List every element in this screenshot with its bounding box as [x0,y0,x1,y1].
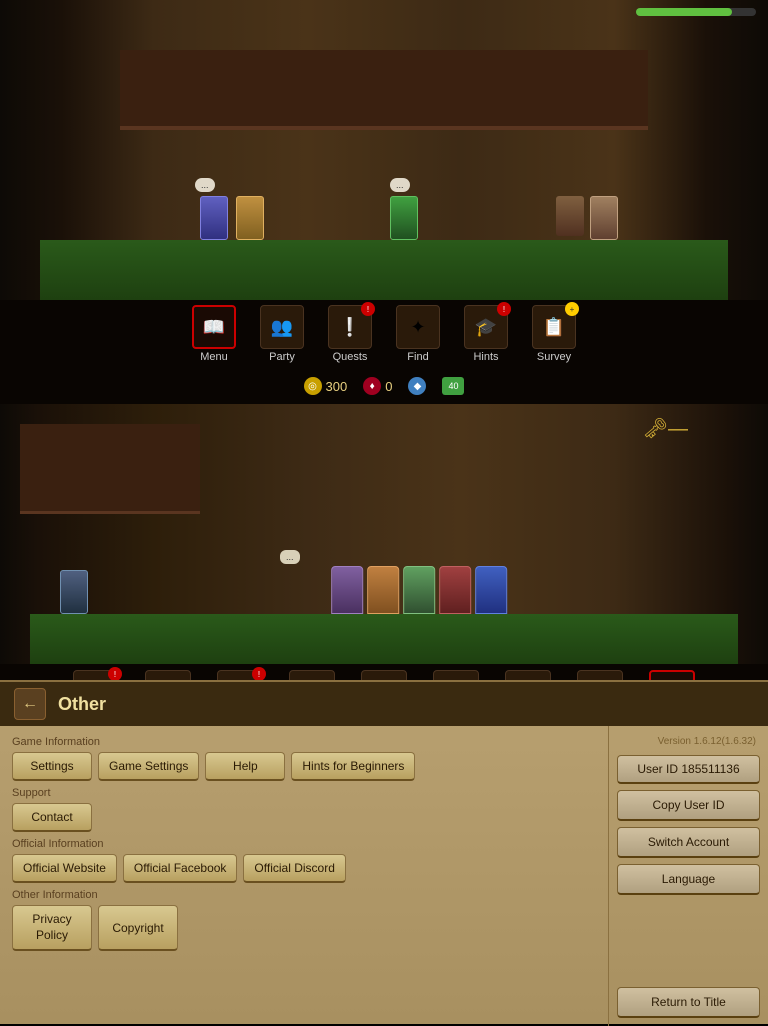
hints-button[interactable]: 🎓 ! Hints [456,305,516,363]
currency-bar: ◎ 300 ♦ 0 ◆ 40 [0,368,768,404]
switch-account-button[interactable]: Switch Account [617,827,760,858]
other-info-buttons: Privacy Policy Copyright [12,905,596,951]
hints-beginners-button[interactable]: Hints for Beginners [291,752,415,781]
scene-bottom: 🗝— ... [0,404,768,664]
support-label: Support [12,787,596,799]
ticket-icon: 40 [442,377,464,395]
guide-icon: 📘 ! [73,670,119,680]
mail-icon: ✉ [577,670,623,680]
news-icon: 📰 [505,670,551,680]
guide-button[interactable]: 📘 ! Guide [62,670,130,680]
support-buttons: Contact [12,803,596,832]
hints-label: Hints [473,351,498,363]
menu-button[interactable]: 📖 Menu [184,305,244,363]
official-buttons: Official Website Official Facebook Offic… [12,854,596,883]
other-icon: ⚙ [649,670,695,680]
find-icon: ✦ [396,305,440,349]
exchange-button[interactable]: 🔄 Exchange [422,670,490,680]
guide-badge: ! [108,667,122,680]
panel-right: Version 1.6.12(1.6.32) User ID 185511136… [608,726,768,1026]
find-button[interactable]: ✦ Find [388,305,448,363]
key-badge: 🗝— [643,416,688,441]
panel-title: Other [58,694,106,715]
other-button[interactable]: ⚙ Other [638,670,706,680]
characters-area [331,566,507,614]
settings-button[interactable]: Settings [12,752,92,781]
diamond-icon: ◆ [408,377,426,395]
menu-label: Menu [200,351,228,363]
quests-label: Quests [333,351,368,363]
menu-icon: 📖 [192,305,236,349]
feats-icon: 🏅 ! [217,670,263,680]
influence-button[interactable]: ⚔ Influence [134,670,202,680]
privacy-policy-button[interactable]: Privacy Policy [12,905,92,951]
toolbar-2: 📘 ! Guide ⚔ Influence 🏅 ! Feats 🎒 Items … [0,664,768,680]
scene-top: ... ... [0,0,768,300]
copyright-button[interactable]: Copyright [98,905,178,951]
survey-icon: 📋 + [532,305,576,349]
help-button[interactable]: Help [205,752,285,781]
party-icon: 👥 [260,305,304,349]
quests-button[interactable]: ❕ ! Quests [320,305,380,363]
mail-button[interactable]: ✉ Mail [566,670,634,680]
copy-user-id-button[interactable]: Copy User ID [617,790,760,821]
game-info-buttons: Settings Game Settings Help Hints for Be… [12,752,596,781]
official-website-button[interactable]: Official Website [12,854,117,883]
other-panel: ← Other Game Information Settings Game S… [0,680,768,1024]
panel-content: Game Information Settings Game Settings … [0,726,768,1026]
version-note: Version 1.6.12(1.6.32) [617,734,760,749]
influence-icon: ⚔ [145,670,191,680]
quests-badge: ! [361,302,375,316]
hints-icon: 🎓 ! [464,305,508,349]
items-icon: 🎒 [289,670,335,680]
official-discord-button[interactable]: Official Discord [243,854,345,883]
official-info-label: Official Information [12,838,596,850]
survey-label: Survey [537,351,571,363]
ruby-icon: ♦ [363,377,381,395]
ruby-value: 0 [385,379,392,394]
ruby-currency: ♦ 0 [363,377,392,395]
official-facebook-button[interactable]: Official Facebook [123,854,238,883]
shops-icon: 🏪 [361,670,407,680]
party-button[interactable]: 👥 Party [252,305,312,363]
other-info-label: Other Information [12,889,596,901]
gold-value: 300 [326,379,348,394]
find-label: Find [407,351,428,363]
quests-icon: ❕ ! [328,305,372,349]
game-area: ... ... 📖 Menu 👥 Party ❕ ! Quests ✦ Find [0,0,768,680]
survey-badge: + [565,302,579,316]
party-label: Party [269,351,295,363]
panel-left: Game Information Settings Game Settings … [0,726,608,1026]
contact-button[interactable]: Contact [12,803,92,832]
news-button[interactable]: 📰 News [494,670,562,680]
game-settings-button[interactable]: Game Settings [98,752,199,781]
ticket-currency: 40 [442,377,464,395]
return-to-title-button[interactable]: Return to Title [617,987,760,1018]
gold-currency: ◎ 300 [304,377,348,395]
items-button[interactable]: 🎒 Items [278,670,346,680]
shops-button[interactable]: 🏪 Shops [350,670,418,680]
user-id-button[interactable]: User ID 185511136 [617,755,760,784]
gold-icon: ◎ [304,377,322,395]
game-info-label: Game Information [12,736,596,748]
hints-badge: ! [497,302,511,316]
diamond-currency: ◆ [408,377,426,395]
toolbar-1: 📖 Menu 👥 Party ❕ ! Quests ✦ Find 🎓 ! Hin… [0,300,768,368]
language-button[interactable]: Language [617,864,760,895]
panel-header: ← Other [0,682,768,726]
feats-badge: ! [252,667,266,680]
back-button[interactable]: ← [14,688,46,720]
survey-button[interactable]: 📋 + Survey [524,305,584,363]
exchange-icon: 🔄 [433,670,479,680]
feats-button[interactable]: 🏅 ! Feats [206,670,274,680]
